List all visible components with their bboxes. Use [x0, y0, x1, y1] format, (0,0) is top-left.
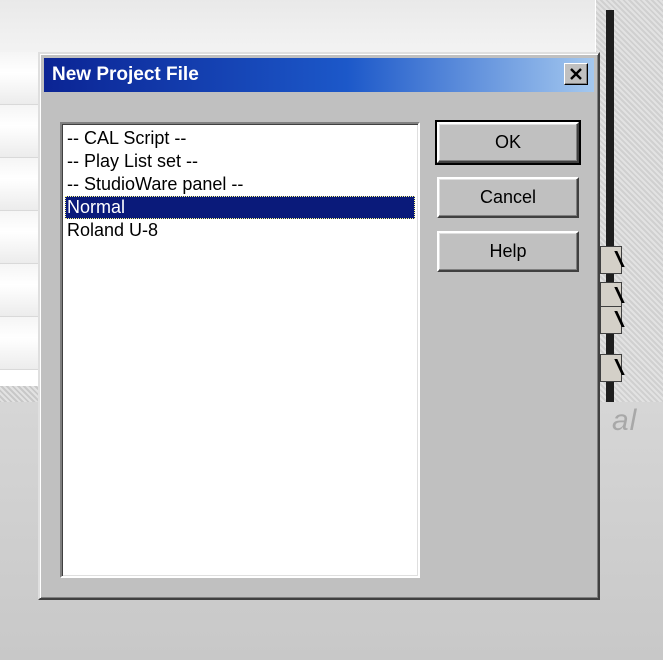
background-logo-text: al: [612, 404, 638, 437]
dialog-title: New Project File: [52, 64, 199, 85]
background-divider: [606, 10, 614, 410]
list-item[interactable]: Roland U-8: [65, 219, 415, 242]
background-knob-icon: [600, 246, 625, 274]
background-knob-icon: [600, 354, 625, 382]
cancel-button[interactable]: Cancel: [437, 177, 579, 218]
new-project-file-dialog: New Project File -- CAL Script -- -- Pla…: [38, 52, 600, 600]
screen: al New Project File -- CAL Script -- -- …: [0, 0, 663, 660]
ok-button[interactable]: OK: [435, 120, 581, 165]
background-knob-icon: [600, 306, 625, 334]
list-item[interactable]: -- Play List set --: [65, 150, 415, 173]
list-item[interactable]: -- CAL Script --: [65, 127, 415, 150]
background-header-strip: [0, 0, 595, 53]
help-button[interactable]: Help: [437, 231, 579, 272]
list-item[interactable]: -- StudioWare panel --: [65, 173, 415, 196]
template-list: -- CAL Script -- -- Play List set -- -- …: [65, 127, 415, 242]
dialog-titlebar[interactable]: New Project File: [44, 58, 594, 92]
close-button[interactable]: [564, 63, 588, 85]
background-right-pane: [596, 0, 663, 418]
list-item[interactable]: Normal: [65, 196, 415, 219]
template-listbox[interactable]: -- CAL Script -- -- Play List set -- -- …: [60, 122, 420, 578]
close-icon: [570, 68, 582, 80]
